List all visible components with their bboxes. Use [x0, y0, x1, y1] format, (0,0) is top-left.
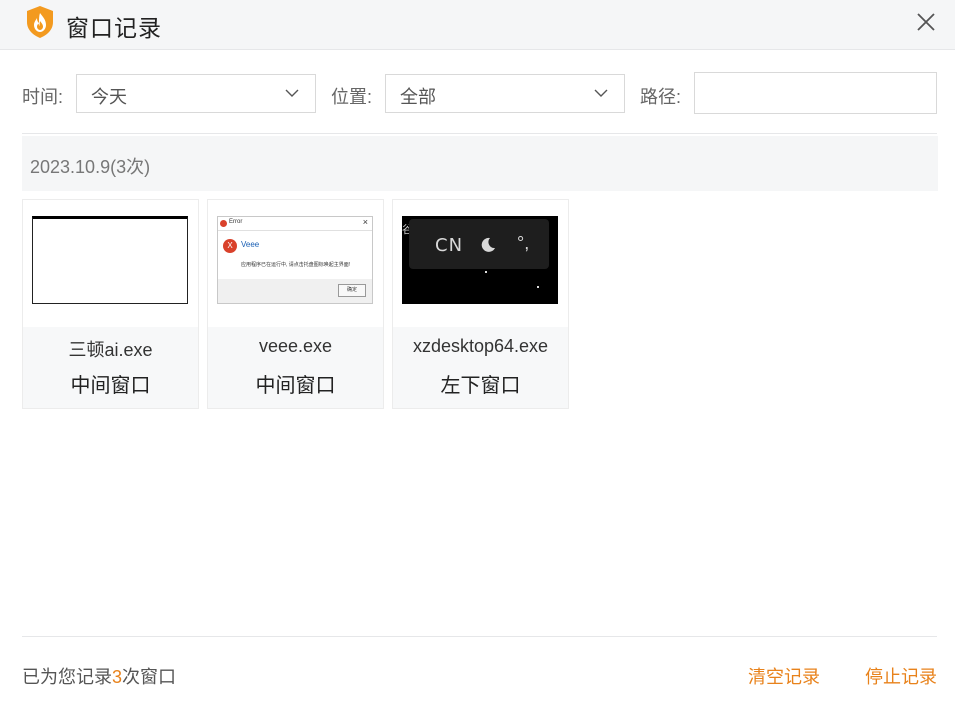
shield-flame-logo: [27, 6, 53, 38]
close-icon: ×: [362, 217, 368, 227]
thumbnail-body: X Veee 应用程序已在运行中, 请点击托盘图标唤起主界面!: [218, 231, 372, 279]
record-info: 三顿ai.exe 中间窗口: [23, 327, 198, 408]
position-filter-label: 位置:: [331, 87, 373, 107]
thumbnail-area: 谷 CN °,: [393, 200, 568, 327]
time-filter-label: 时间:: [22, 87, 64, 107]
summary-count: 3: [112, 667, 123, 687]
chevron-down-icon: [594, 89, 608, 97]
record-summary: 已为您记录3次窗口: [22, 663, 176, 689]
error-icon: X: [223, 239, 237, 253]
position-filter-value: 全部: [400, 87, 436, 107]
thumbnail-area: [23, 200, 198, 327]
time-filter-value: 今天: [91, 87, 127, 107]
window-record-card[interactable]: Error × X Veee 应用程序已在运行中, 请点击托盘图标唤起主界面! …: [207, 199, 384, 409]
thumbnail-title: Error: [229, 219, 243, 225]
window-record-card[interactable]: 三顿ai.exe 中间窗口: [22, 199, 199, 409]
divider: [22, 636, 937, 637]
thumbnail-ok-button: 确定: [338, 284, 366, 297]
window-position: 左下窗口: [440, 375, 521, 397]
record-info: veee.exe 中间窗口: [208, 327, 383, 408]
divider: [22, 133, 937, 134]
clear-records-button[interactable]: 清空记录: [748, 663, 820, 689]
title-bar: 窗口记录: [0, 0, 955, 50]
window-thumbnail: 谷 CN °,: [402, 216, 558, 304]
dot: [537, 286, 539, 288]
process-name: xzdesktop64.exe: [412, 336, 549, 356]
process-name: 三顿ai.exe: [68, 340, 153, 360]
thumbnail-titlebar: Error ×: [218, 217, 372, 231]
error-icon: [220, 220, 227, 227]
ime-panel: CN °,: [409, 219, 549, 269]
window-position: 中间窗口: [70, 375, 151, 397]
position-filter-select[interactable]: 全部: [385, 74, 625, 113]
window-thumbnail: [32, 216, 188, 304]
close-icon[interactable]: [912, 8, 940, 36]
window-position: 中间窗口: [255, 375, 336, 397]
window-title: 窗口记录: [66, 15, 162, 41]
date-group-label: 2023.10.9(3次): [30, 157, 151, 177]
thumbnail-heading: Veee: [241, 240, 260, 249]
moon-icon: [481, 237, 495, 252]
ime-punctuation-label: °,: [517, 233, 530, 253]
thumbnail-message: 应用程序已在运行中, 请点击托盘图标唤起主界面!: [241, 262, 351, 268]
process-name: veee.exe: [258, 336, 333, 356]
chevron-down-icon: [285, 89, 299, 97]
dot: [485, 271, 487, 273]
date-group-header: 2023.10.9(3次): [22, 136, 938, 191]
summary-prefix: 已为您记录: [22, 667, 112, 687]
window-thumbnail: Error × X Veee 应用程序已在运行中, 请点击托盘图标唤起主界面! …: [217, 216, 373, 304]
path-input[interactable]: [694, 72, 937, 114]
window-record-card[interactable]: 谷 CN °, xzdesktop64.exe 左下窗口: [392, 199, 569, 409]
ime-language-label: CN: [435, 235, 464, 256]
time-filter-select[interactable]: 今天: [76, 74, 316, 113]
record-info: xzdesktop64.exe 左下窗口: [393, 327, 568, 408]
summary-suffix: 次窗口: [122, 667, 177, 687]
thumbnail-area: Error × X Veee 应用程序已在运行中, 请点击托盘图标唤起主界面! …: [208, 200, 383, 327]
stop-recording-button[interactable]: 停止记录: [865, 663, 937, 689]
path-filter-label: 路径:: [640, 87, 682, 107]
